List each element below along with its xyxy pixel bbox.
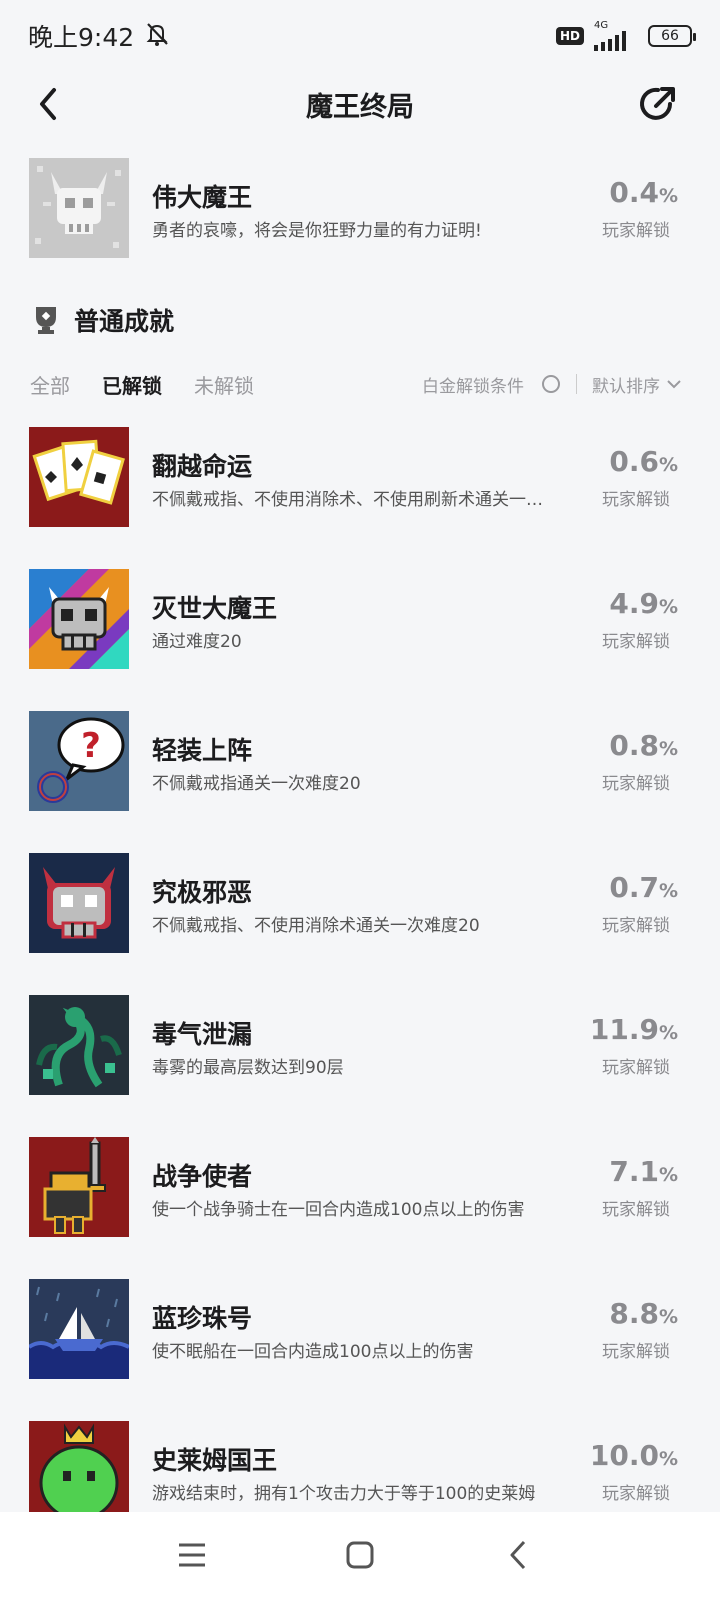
platinum-condition-toggle[interactable]: 白金解锁条件 [422,372,560,397]
evil-skull-icon [29,853,129,953]
achievement-name: 史莱姆国王 [152,1446,278,1475]
status-time: 晚上9:42 [28,23,135,52]
achievement-unlock-label: 玩家解锁 [602,774,670,794]
achievement-row[interactable]: ? 轻装上阵 不佩戴戒指通关一次难度20 0.8% 玩家解锁 [0,711,720,811]
achievement-row[interactable]: 蓝珍珠号 使不眠船在一回合内造成100点以上的伤害 8.8% 玩家解锁 [0,1279,720,1379]
back-nav-button[interactable] [494,1530,544,1580]
achievement-name: 毒气泄漏 [152,1020,253,1049]
battery-level: 66 [661,28,679,44]
mute-icon [142,19,172,53]
platinum-condition-label: 白金解锁条件 [422,376,524,397]
achievement-unlock-label: 玩家解锁 [602,1200,670,1220]
filter-divider [576,374,577,394]
achievement-percent: 0.7% [609,871,678,904]
achievement-percent: 8.8% [609,1297,678,1330]
menu-button[interactable] [167,1530,217,1580]
featured-achievement[interactable]: 伟大魔王 勇者的哀嚎，将会是你狂野力量的有力证明! 0.4% 玩家解锁 [0,158,720,258]
ship-icon [29,1279,129,1379]
tab-locked[interactable]: 未解锁 [194,370,254,399]
slime-king-icon [29,1421,129,1521]
achievement-desc: 使不眠船在一回合内造成100点以上的伤害 [152,1342,474,1362]
achievement-percent: 10.0% [589,1439,678,1472]
svg-text:?: ? [81,726,101,766]
achievement-row[interactable]: 战争使者 使一个战争骑士在一回合内造成100点以上的伤害 7.1% 玩家解锁 [0,1137,720,1237]
header: 魔王终局 [0,72,720,136]
achievement-unlock-label: 玩家解锁 [602,1484,670,1504]
achievement-name: 轻装上阵 [152,736,253,765]
achievement-unlock-label: 玩家解锁 [602,1058,670,1078]
hd-badge: HD [555,27,584,45]
share-icon [640,87,675,120]
achievement-name: 究极邪恶 [152,878,253,907]
achievement-desc: 游戏结束时，拥有1个攻击力大于等于100的史莱姆 [152,1484,536,1504]
achievement-row[interactable]: 究极邪恶 不佩戴戒指、不使用消除术通关一次难度20 0.7% 玩家解锁 [0,853,720,953]
achievement-name: 蓝珍珠号 [152,1304,253,1333]
sort-label: 默认排序 [592,376,660,397]
achievement-desc: 使一个战争骑士在一回合内造成100点以上的伤害 [152,1200,525,1220]
achievement-unlock-label: 玩家解锁 [602,490,670,510]
trophy-icon [36,307,56,334]
filter-bar: 全部 已解锁 未解锁 白金解锁条件 默认排序 [0,362,720,406]
achievement-desc: 毒雾的最高层数达到90层 [152,1058,344,1078]
menu-icon [179,1543,205,1567]
tab-unlocked[interactable]: 已解锁 [102,370,162,399]
achievement-name: 灭世大魔王 [152,594,278,623]
achievement-desc: 不佩戴戒指、不使用消除术通关一次难度20 [152,916,480,936]
status-bar: 晚上9:42 HD 4G 66 [0,0,720,72]
radio-circle-icon [542,375,560,393]
sort-dropdown[interactable]: 默认排序 [592,372,682,397]
achievement-name: 战争使者 [152,1162,253,1191]
back-arrow-icon [40,88,56,120]
achievement-unlock-label: 玩家解锁 [602,1342,670,1362]
achievement-unlock-label: 玩家解锁 [602,221,670,241]
achievement-percent: 4.9% [609,587,678,620]
achievement-percent: 0.6% [609,445,678,478]
achievement-percent: 0.8% [609,729,678,762]
achievement-row[interactable]: 翻越命运 不佩戴戒指、不使用消除术、不使用刷新术通关一… 0.6% 玩家解锁 [0,427,720,527]
war-knight-icon [29,1137,129,1237]
signal-icon: 4G [594,21,638,51]
battery-icon: 66 [648,25,696,47]
home-button[interactable] [335,1530,385,1580]
achievement-desc: 不佩戴戒指、不使用消除术、不使用刷新术通关一… [152,490,543,510]
question-ring-icon: ? [29,711,129,811]
achievement-row[interactable]: 史莱姆国王 游戏结束时，拥有1个攻击力大于等于100的史莱姆 10.0% 玩家解… [0,1421,720,1521]
back-button[interactable] [30,84,70,124]
page-title: 魔王终局 [306,91,414,123]
section-header: 普通成就 [32,296,174,344]
tab-all[interactable]: 全部 [30,370,70,399]
achievement-percent: 0.4% [609,176,678,209]
achievement-row[interactable]: 灭世大魔王 通过难度20 4.9% 玩家解锁 [0,569,720,669]
home-square-icon [346,1541,374,1569]
poison-gas-icon [29,995,129,1095]
rainbow-skull-icon [29,569,129,669]
great-demon-king-icon [29,158,129,258]
back-triangle-icon [510,1540,526,1570]
share-button[interactable] [636,82,680,126]
cards-icon [29,427,129,527]
achievement-row[interactable]: 毒气泄漏 毒雾的最高层数达到90层 11.9% 玩家解锁 [0,995,720,1095]
achievement-percent: 11.9% [589,1013,678,1046]
achievement-percent: 7.1% [609,1155,678,1188]
achievement-name: 伟大魔王 [152,183,253,212]
achievement-unlock-label: 玩家解锁 [602,632,670,652]
achievement-name: 翻越命运 [152,452,253,481]
chevron-down-icon [667,380,681,389]
achievement-desc: 通过难度20 [152,632,242,652]
achievement-unlock-label: 玩家解锁 [602,916,670,936]
system-nav-bar [0,1512,720,1600]
achievement-desc: 勇者的哀嚎，将会是你狂野力量的有力证明! [152,221,482,241]
section-title: 普通成就 [74,307,175,336]
achievement-desc: 不佩戴戒指通关一次难度20 [152,774,361,794]
